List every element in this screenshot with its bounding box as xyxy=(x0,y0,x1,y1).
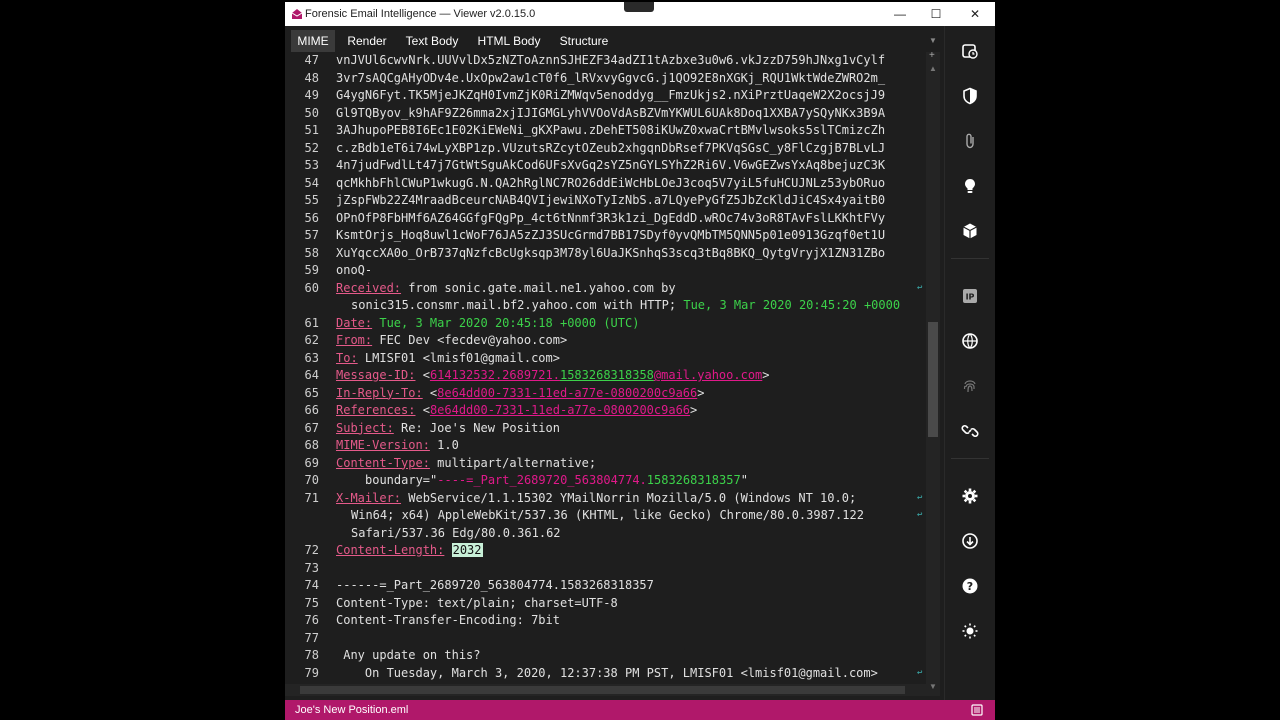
globe-icon[interactable] xyxy=(959,330,981,352)
in-reply-to-link[interactable]: 8e64dd00-7331-11ed-a77e-0800200c9a66 xyxy=(437,386,697,400)
header-name[interactable]: References: xyxy=(336,403,415,417)
help-icon[interactable]: ? xyxy=(959,575,981,597)
domain-link[interactable]: @mail.yahoo.com xyxy=(654,368,762,382)
cube-icon[interactable] xyxy=(959,220,981,242)
header-name[interactable]: Content-Type: xyxy=(336,456,430,470)
window-title: Forensic Email Intelligence — Viewer v2.… xyxy=(305,8,536,20)
header-name[interactable]: In-Reply-To: xyxy=(336,386,423,400)
tool-sidebar: IP ? xyxy=(944,26,995,706)
wrap-icon: ↩ xyxy=(917,510,923,520)
download-icon[interactable] xyxy=(959,530,981,552)
mime-source-editor[interactable]: 47 vnJVUl6cwvNrk.UUVvlDx5zNZToAznnSJHEZF3… xyxy=(285,52,925,684)
selected-value[interactable]: 2032 xyxy=(451,543,483,557)
scrollbar-thumb[interactable] xyxy=(300,686,905,694)
header-name[interactable]: From: xyxy=(336,333,372,347)
wrap-icon: ↩ xyxy=(917,667,923,678)
gear-icon[interactable] xyxy=(959,485,981,507)
wrap-icon: ↩ xyxy=(917,282,923,293)
vertical-scrollbar[interactable]: + ▲ ▼ xyxy=(926,50,940,696)
shield-icon[interactable] xyxy=(959,85,981,107)
header-name[interactable]: Subject: xyxy=(336,421,394,435)
timestamp-link[interactable]: 1583268318358 xyxy=(560,368,654,382)
scroll-up-icon[interactable]: ▲ xyxy=(929,64,937,73)
header-name[interactable]: Date: xyxy=(336,316,372,330)
scrollbar-thumb[interactable] xyxy=(928,322,938,437)
open-file-name: Joe's New Position.eml xyxy=(295,704,409,716)
close-button[interactable]: ✕ xyxy=(956,2,994,26)
paperclip-icon[interactable] xyxy=(959,130,981,152)
code-line: 79 On Tuesday, March 3, 2020, 12:37:38 P… xyxy=(304,665,923,680)
header-x-mailer: 71 X-Mailer: WebService/1.1.15302 YMailNo… xyxy=(304,490,923,505)
references-link[interactable]: 8e64dd00-7331-11ed-a77e-0800200c9a66 xyxy=(430,403,690,417)
horizontal-scrollbar[interactable] xyxy=(285,684,926,696)
header-name[interactable]: Message-ID: xyxy=(336,368,415,382)
history-icon[interactable] xyxy=(959,40,981,62)
brightness-icon[interactable] xyxy=(959,620,981,642)
minimize-button[interactable]: — xyxy=(881,2,919,26)
message-id-link[interactable]: 614132532.2689721. xyxy=(430,368,560,382)
lightbulb-icon[interactable] xyxy=(959,175,981,197)
header-name[interactable]: X-Mailer: xyxy=(336,491,401,505)
view-tabs: MIME Render Text Body HTML Body Structur… xyxy=(285,30,945,52)
sidebar-divider xyxy=(951,258,989,259)
header-x-mailer-cont: Win64; x64) AppleWebKit/537.36 (KHTML, l… xyxy=(351,508,923,522)
tab-text-body[interactable]: Text Body xyxy=(399,30,465,52)
tab-html-body[interactable]: HTML Body xyxy=(471,30,547,52)
scroll-down-icon[interactable]: ▼ xyxy=(929,682,937,691)
tab-render[interactable]: Render xyxy=(339,30,395,52)
maximize-button[interactable]: ☐ xyxy=(917,2,955,26)
sidebar-divider xyxy=(951,458,989,459)
tab-structure[interactable]: Structure xyxy=(553,30,615,52)
scroll-top-marker-icon: + xyxy=(929,50,935,61)
tabs-overflow-icon[interactable]: ▼ xyxy=(929,30,943,52)
ip-icon[interactable]: IP xyxy=(959,285,981,307)
notes-icon[interactable] xyxy=(971,704,983,716)
app-logo-icon xyxy=(291,9,303,19)
header-name[interactable]: To: xyxy=(336,351,358,365)
fingerprint-icon[interactable] xyxy=(959,375,981,397)
header-name[interactable]: MIME-Version: xyxy=(336,438,430,452)
header-name[interactable]: Received: xyxy=(336,281,401,295)
svg-text:?: ? xyxy=(967,580,973,593)
wrap-icon: ↩ xyxy=(917,492,923,503)
svg-text:IP: IP xyxy=(966,293,975,302)
header-received: 60 Received: from sonic.gate.mail.ne1.yah… xyxy=(304,280,923,295)
viewer-window: Forensic Email Intelligence — Viewer v2.… xyxy=(285,2,995,720)
title-bar: Forensic Email Intelligence — Viewer v2.… xyxy=(285,2,995,26)
tab-mime[interactable]: MIME xyxy=(291,30,335,52)
header-name[interactable]: Content-Length: xyxy=(336,543,444,557)
link-icon[interactable] xyxy=(959,420,981,442)
status-bar: Joe's New Position.eml xyxy=(285,700,995,720)
drag-handle[interactable] xyxy=(624,2,654,12)
